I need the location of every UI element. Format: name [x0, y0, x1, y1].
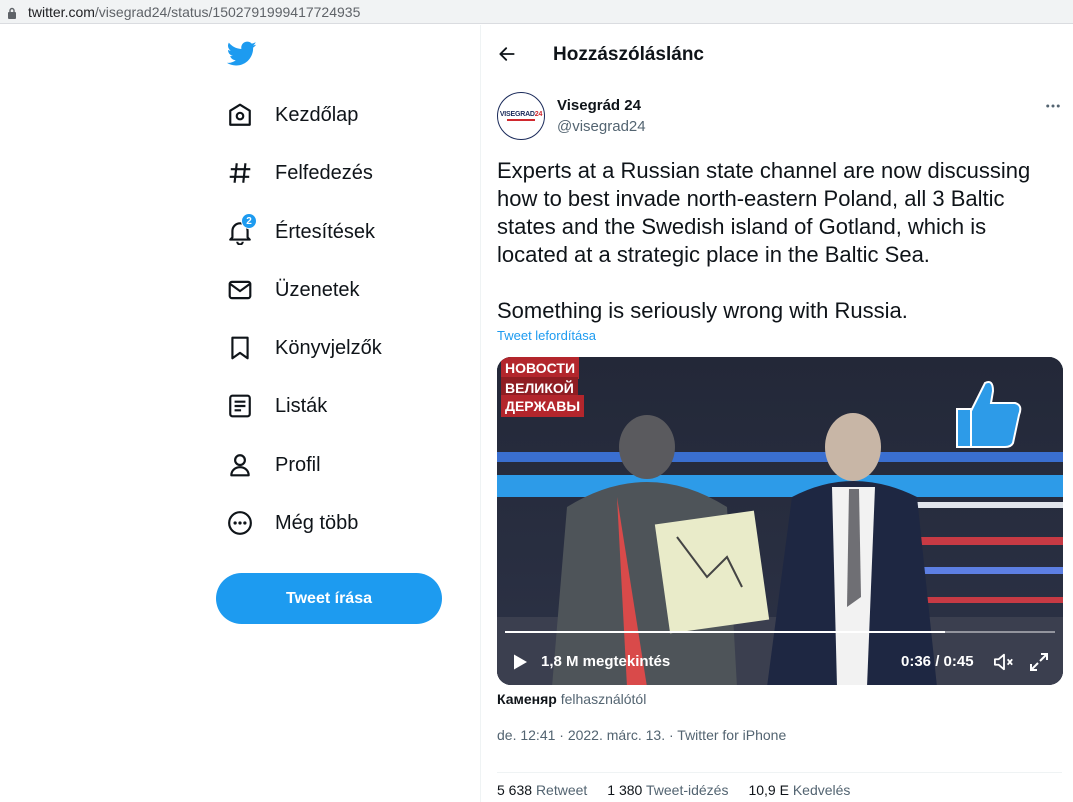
video-time: 0:36 / 0:45	[901, 653, 974, 670]
url-text[interactable]: twitter.com/visegrad24/status/1502791999…	[28, 4, 360, 20]
sidebar-item-more[interactable]: Még több	[215, 499, 358, 547]
tweet-stats: 5 638 Retweet 1 380 Tweet-idézés 10,9 E …	[497, 772, 1062, 798]
retweet-stat[interactable]: 5 638 Retweet	[497, 782, 587, 798]
notification-badge: 2	[241, 213, 257, 229]
list-icon	[215, 391, 267, 421]
video-attribution: Каменяр felhasználótól	[497, 691, 646, 707]
translate-tweet-link[interactable]: Tweet lefordítása	[497, 328, 596, 343]
author-name[interactable]: Visegrád 24	[557, 97, 641, 114]
like-share-thumb-icon	[947, 369, 1037, 459]
news-channel-tag: ДЕРЖАВЫ	[501, 395, 585, 417]
sidebar-item-messages[interactable]: Üzenetek	[215, 266, 360, 314]
tweet-text: Experts at a Russian state channel are n…	[497, 158, 1031, 323]
avatar[interactable]: VISEGRAD24	[497, 92, 545, 140]
sidebar-item-label: Könyvjelzők	[275, 336, 382, 359]
sidebar-item-notifications[interactable]: 2 Értesítések	[215, 208, 375, 256]
sidebar-item-bookmarks[interactable]: Könyvjelzők	[215, 324, 382, 372]
bookmark-icon	[215, 333, 267, 363]
bell-icon: 2	[215, 213, 267, 247]
sidebar-item-label: Listák	[275, 394, 328, 417]
like-stat[interactable]: 10,9 E Kedvelés	[748, 782, 850, 798]
sidebar-item-explore[interactable]: Felfedezés	[215, 149, 373, 197]
sidebar-item-label: Kezdőlap	[275, 103, 359, 126]
url-path: /visegrad24/status/1502791999417724935	[94, 3, 361, 20]
back-arrow-icon[interactable]	[497, 44, 517, 64]
envelope-icon	[215, 275, 267, 305]
sidebar-item-label: Üzenetek	[275, 278, 360, 301]
author-handle[interactable]: @visegrad24	[557, 118, 646, 135]
sidebar-item-lists[interactable]: Listák	[215, 382, 327, 430]
hashtag-icon	[215, 158, 267, 188]
news-channel-tag: НОВОСТИ	[501, 357, 580, 379]
person-icon	[215, 450, 267, 480]
sidebar: Kezdőlap Felfedezés 2 Értesítések Üzenet…	[0, 25, 480, 802]
attribution-user[interactable]: Каменяр	[497, 691, 557, 707]
sidebar-item-label: Értesítések	[275, 220, 376, 243]
compose-tweet-button[interactable]: Tweet írása	[216, 573, 442, 624]
video-progress-fill	[505, 631, 945, 633]
play-icon[interactable]	[511, 653, 529, 671]
avatar-logo-text: VISEGRAD24	[499, 111, 543, 118]
video-view-count: 1,8 M megtekintés	[541, 653, 671, 670]
more-options-icon[interactable]	[1044, 97, 1062, 115]
attribution-suffix: felhasználótól	[556, 691, 647, 707]
browser-url-bar[interactable]: twitter.com/visegrad24/status/1502791999…	[0, 0, 1073, 24]
sidebar-item-profile[interactable]: Profil	[215, 441, 321, 489]
video-player[interactable]: НОВОСТИ ВЕЛИКОЙ ДЕРЖАВЫ 1,8 M megtekinté…	[497, 357, 1063, 685]
fullscreen-icon[interactable]	[1029, 652, 1049, 672]
home-icon	[215, 100, 267, 130]
avatar-logo-bar	[507, 119, 535, 121]
page-title: Hozzászóláslánc	[553, 44, 704, 65]
lock-icon	[7, 6, 17, 19]
more-circle-icon	[215, 508, 267, 538]
sidebar-item-label: Profil	[275, 453, 321, 476]
sidebar-item-label: Még több	[275, 511, 359, 534]
quote-stat[interactable]: 1 380 Tweet-idézés	[607, 782, 728, 798]
video-progress-bar[interactable]	[505, 631, 1055, 633]
sidebar-item-label: Felfedezés	[275, 161, 373, 184]
sidebar-item-home[interactable]: Kezdőlap	[215, 91, 358, 139]
url-domain: twitter.com	[28, 3, 95, 20]
volume-muted-icon[interactable]	[993, 652, 1015, 672]
tweet-timestamp[interactable]: de. 12:41 · 2022. márc. 13. · Twitter fo…	[497, 727, 786, 743]
main-column: Hozzászóláslánc VISEGRAD24 Visegrád 24 @…	[480, 25, 1073, 802]
thread-header: Hozzászóláslánc	[481, 25, 1073, 83]
twitter-bird-icon[interactable]	[226, 41, 257, 67]
